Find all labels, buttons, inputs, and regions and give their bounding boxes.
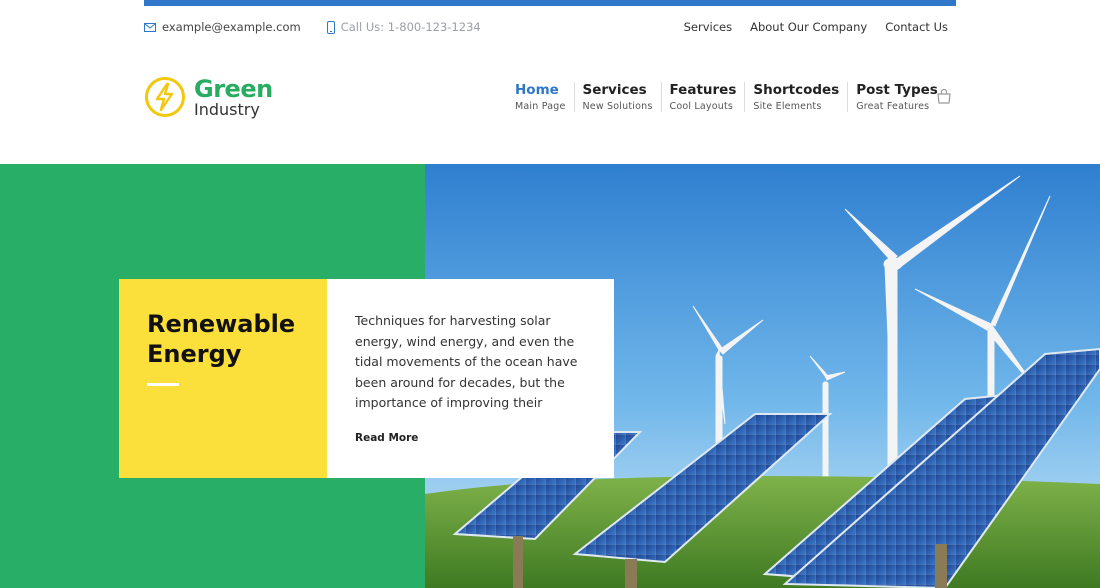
hero-description: Techniques for harvesting solar energy, …	[355, 313, 578, 411]
phone-contact: Call Us: 1-800-123-1234	[326, 20, 481, 34]
read-more-link[interactable]: Read More	[355, 432, 418, 444]
top-accent-bar	[144, 0, 956, 6]
lightning-bolt-icon	[145, 77, 185, 117]
logo-name-primary: Green	[194, 74, 273, 103]
nav-item-features[interactable]: Features Cool Layouts	[660, 82, 745, 112]
title-underline	[147, 383, 179, 386]
cart-button[interactable]	[936, 88, 952, 109]
hero-title: Renewable Energy	[147, 310, 296, 368]
phone-text: Call Us: 1-800-123-1234	[340, 20, 481, 34]
top-link-about[interactable]: About Our Company	[750, 20, 867, 34]
nav-label: Features	[669, 82, 737, 98]
hero-text-card: Techniques for harvesting solar energy, …	[327, 279, 614, 478]
nav-sublabel: Main Page	[515, 101, 566, 112]
nav-sublabel: New Solutions	[582, 101, 653, 112]
envelope-icon	[144, 22, 156, 32]
email-text: example@example.com	[162, 20, 301, 34]
nav-label: Shortcodes	[753, 82, 840, 98]
top-link-services[interactable]: Services	[684, 20, 733, 34]
top-contact-info: example@example.com Call Us: 1-800-123-1…	[144, 20, 481, 34]
main-nav: Home Main Page Services New Solutions Fe…	[507, 82, 946, 112]
phone-icon	[326, 20, 335, 34]
nav-sublabel: Great Features	[856, 101, 930, 112]
nav-label: Services	[582, 82, 647, 98]
nav-sublabel: Cool Layouts	[669, 101, 734, 112]
hero-title-card: Renewable Energy	[119, 279, 327, 478]
email-contact[interactable]: example@example.com	[144, 20, 301, 34]
nav-label: Post Types	[856, 82, 938, 98]
top-links: Services About Our Company Contact Us	[684, 20, 948, 34]
nav-sublabel: Site Elements	[753, 101, 822, 112]
nav-item-post-types[interactable]: Post Types Great Features	[847, 82, 946, 112]
shopping-bag-icon	[937, 88, 951, 104]
nav-item-services[interactable]: Services New Solutions	[573, 82, 661, 112]
site-logo[interactable]: Green Industry	[144, 76, 273, 118]
logo-name-secondary: Industry	[194, 99, 260, 119]
nav-item-shortcodes[interactable]: Shortcodes Site Elements	[744, 82, 847, 112]
top-link-contact[interactable]: Contact Us	[885, 20, 948, 34]
nav-item-home[interactable]: Home Main Page	[507, 82, 574, 112]
nav-label: Home	[515, 82, 559, 98]
